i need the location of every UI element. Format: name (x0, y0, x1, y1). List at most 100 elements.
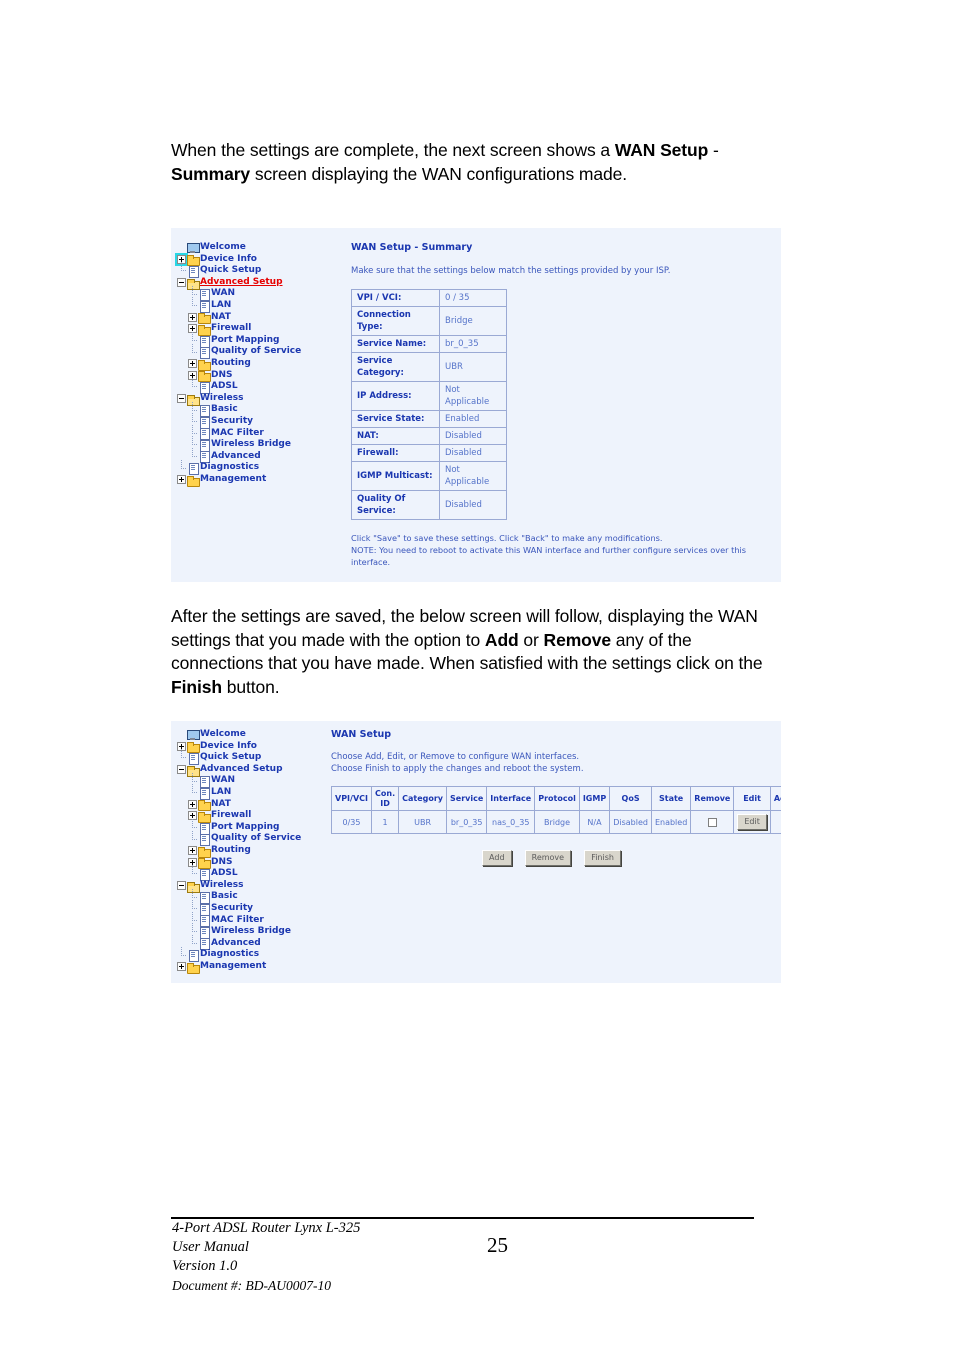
column-header-remove: Remove (690, 786, 735, 811)
sidebar-item-management[interactable]: Management (177, 961, 301, 974)
sidebar-item-adsl[interactable]: ADSL (177, 378, 301, 394)
footer-product-line: 4-Port ADSL Router Lynx L-325 (172, 1220, 361, 1236)
sidebar-item-label: Diagnostics (200, 949, 260, 960)
sidebar-item-diagnostics[interactable]: Diagnostics (177, 946, 301, 963)
sidebar-item-welcome[interactable]: Welcome (177, 242, 301, 254)
page-description-line-1: Choose Add, Edit, or Remove to configure… (331, 752, 580, 762)
sidebar-item-welcome[interactable]: Welcome (177, 729, 301, 741)
add-button[interactable]: Add (482, 850, 512, 866)
expand-icon[interactable] (177, 962, 186, 972)
edit-cell: Edit (733, 810, 771, 834)
sidebar-item-routing[interactable]: Routing (177, 845, 301, 858)
document-icon (198, 915, 210, 928)
sidebar-item-port-mapping[interactable]: Port Mapping (177, 332, 301, 348)
sidebar-item-management[interactable]: Management (177, 473, 301, 487)
column-header-action: Action (769, 786, 781, 811)
sidebar-item-firewall[interactable]: Firewall (177, 810, 301, 823)
sidebar-item-label: Management (200, 473, 267, 484)
sidebar-item-label: NAT (211, 798, 231, 809)
tree-connector-icon (188, 911, 198, 925)
tree-connector-icon (188, 343, 198, 357)
sidebar-item-label: ADSL (211, 868, 238, 879)
sidebar-item-label: Security (211, 902, 254, 913)
sidebar-item-device-info[interactable]: Device Info (175, 252, 301, 267)
sidebar-item-wireless-bridge[interactable]: Wireless Bridge (177, 923, 301, 939)
remove-checkbox[interactable] (707, 817, 717, 827)
sidebar-item-lan[interactable]: LAN (177, 784, 301, 800)
folder-icon (187, 741, 200, 754)
finish-button[interactable]: Finish (584, 850, 621, 866)
page-description: Make sure that the settings below match … (351, 266, 671, 276)
sidebar-item-label: Wireless (200, 879, 244, 890)
sidebar-item-basic[interactable]: Basic (177, 401, 301, 418)
sidebar-item-adsl[interactable]: ADSL (177, 865, 301, 881)
document-icon (198, 335, 210, 348)
sidebar-item-device-info[interactable]: Device Info (177, 741, 301, 754)
sidebar-item-label: Advanced (211, 450, 261, 461)
collapse-icon[interactable] (177, 881, 186, 891)
summary-value-cell: Disabled (439, 444, 507, 462)
sidebar-item-lan[interactable]: LAN (177, 297, 301, 313)
sidebar-item-quick-setup[interactable]: Quick Setup (177, 262, 301, 278)
sidebar-item-firewall[interactable]: Firewall (177, 323, 301, 336)
qos-cell: Disabled (609, 810, 652, 834)
sidebar-item-advanced[interactable]: Advanced (177, 447, 301, 464)
sidebar-item-wan[interactable]: WAN (177, 772, 301, 789)
monitor-icon (187, 729, 200, 740)
collapse-icon[interactable] (177, 278, 186, 288)
summary-value-cell: UBR (439, 352, 507, 382)
collapse-icon[interactable] (177, 394, 186, 404)
sidebar-item-wireless[interactable]: Wireless (177, 393, 301, 406)
sidebar-item-basic[interactable]: Basic (177, 888, 301, 905)
sidebar-item-routing[interactable]: Routing (177, 358, 301, 371)
sidebar-item-advanced-setup[interactable]: Advanced Setup (177, 277, 301, 290)
expand-icon[interactable] (188, 312, 197, 322)
remove-button[interactable]: Remove (524, 850, 572, 866)
collapse-icon[interactable] (177, 765, 186, 775)
sidebar-item-mac-filter[interactable]: MAC Filter (177, 911, 301, 928)
state-cell: Enabled (650, 810, 692, 834)
emphasis-text: Add (484, 629, 519, 650)
sidebar-item-advanced-setup[interactable]: Advanced Setup (177, 764, 301, 777)
sidebar-item-wireless[interactable]: Wireless (177, 879, 301, 893)
expand-icon[interactable] (188, 359, 197, 369)
expand-icon[interactable] (177, 475, 186, 485)
emphasis-text: WAN Setup (614, 140, 713, 160)
sidebar-item-label: Advanced (211, 937, 261, 948)
sidebar-item-quality-of-service[interactable]: Quality of Service (177, 343, 301, 360)
sidebar-item-security[interactable]: Security (177, 900, 301, 916)
navigation-tree[interactable]: Welcome Device Info Quick Setup Advanced Se… (177, 729, 301, 974)
sidebar-item-wireless-bridge[interactable]: Wireless Bridge (177, 436, 301, 452)
sidebar-item-mac-filter[interactable]: MAC Filter (177, 424, 301, 441)
edit-button[interactable]: Edit (737, 814, 767, 830)
navigation-tree[interactable]: Welcome Device Info Quick Setup Advanced Se… (175, 242, 301, 487)
sidebar-item-quality-of-service[interactable]: Quality of Service (177, 830, 301, 847)
sidebar-item-nat[interactable]: NAT (177, 312, 301, 325)
expand-icon[interactable] (188, 799, 197, 809)
document-icon (198, 903, 210, 916)
sidebar-item-label: Port Mapping (211, 334, 280, 345)
sidebar-item-port-mapping[interactable]: Port Mapping (177, 819, 301, 835)
column-header-protocol: Protocol (534, 786, 580, 811)
expand-icon[interactable] (188, 846, 197, 856)
wan-interfaces-table: VPI/VCI Con. ID Category Service Interface Pro… (331, 786, 781, 834)
sidebar-item-quick-setup[interactable]: Quick Setup (177, 749, 301, 765)
sidebar-item-diagnostics[interactable]: Diagnostics (177, 459, 301, 476)
sidebar-item-advanced[interactable]: Advanced (177, 934, 301, 951)
sidebar-item-wan[interactable]: WAN (177, 285, 301, 302)
footer-version-line: Version 1.0 (172, 1258, 238, 1274)
sidebar-item-security[interactable]: Security (177, 413, 301, 429)
sidebar-item-nat[interactable]: NAT (177, 798, 301, 812)
sidebar-item-dns[interactable]: DNS (177, 857, 301, 870)
page-title: WAN Setup - Summary (351, 242, 473, 253)
column-header-edit: Edit (733, 786, 771, 811)
sidebar-item-dns[interactable]: DNS (177, 370, 301, 383)
summary-value-cell: 0 / 35 (439, 289, 507, 307)
